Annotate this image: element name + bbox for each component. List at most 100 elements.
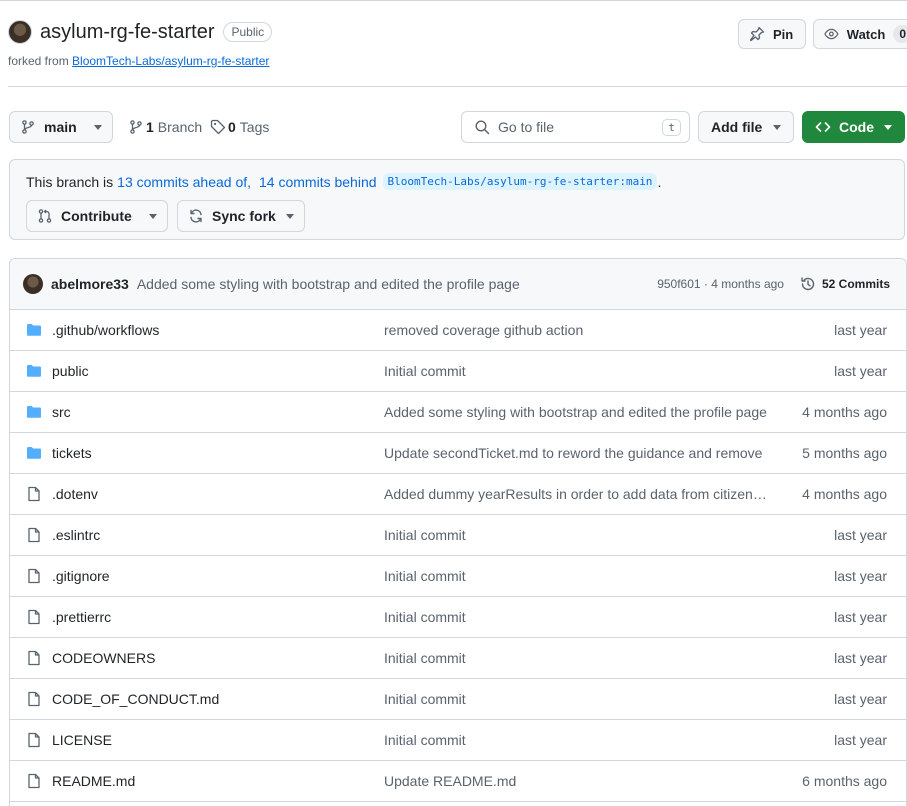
upstream-branch[interactable]: BloomTech-Labs/asylum-rg-fe-starter:main (382, 173, 658, 190)
file-commit-message[interactable]: Added dummy yearResults in order to add … (384, 486, 770, 502)
file-commit-message[interactable]: Initial commit (384, 691, 770, 707)
file-commit-message[interactable]: Update secondTicket.md to reword the gui… (384, 445, 770, 461)
contribute-label: Contribute (61, 208, 132, 224)
file-row[interactable]: public Initial commit last year (10, 351, 906, 392)
repo-name[interactable]: asylum-rg-fe-starter (40, 21, 214, 44)
tag-count: 0 (228, 119, 236, 135)
pin-button[interactable]: Pin (738, 19, 806, 49)
file-commit-message[interactable]: Initial commit (384, 363, 770, 379)
file-last-updated: last year (834, 650, 887, 666)
file-last-updated: last year (834, 568, 887, 584)
file-name[interactable]: .gitignore (52, 568, 110, 584)
file-icon (26, 732, 42, 751)
file-row[interactable]: .gitignore Initial commit last year (10, 556, 906, 597)
file-commit-message[interactable]: Update README.md (384, 773, 770, 789)
file-name[interactable]: CODE_OF_CONDUCT.md (52, 691, 219, 707)
file-last-updated: last year (834, 609, 887, 625)
go-to-file-input[interactable]: Go to file t (461, 111, 690, 143)
file-last-updated: last year (834, 732, 887, 748)
contribute-button[interactable]: Contribute (26, 200, 168, 232)
sync-fork-label: Sync fork (212, 208, 276, 224)
file-name[interactable]: src (52, 404, 71, 420)
commits-behind-link[interactable]: 14 commits behind (259, 174, 377, 190)
file-row[interactable]: .github/workflows removed coverage github… (10, 310, 906, 351)
owner-avatar[interactable] (8, 20, 32, 44)
commits-ahead-link[interactable]: 13 commits ahead of, (117, 174, 251, 190)
fork-status-prefix: This branch is (26, 173, 114, 190)
forked-from-line: forked from BloomTech-Labs/asylum-rg-fe-… (8, 54, 269, 68)
branch-label: Branch (157, 119, 203, 135)
file-name[interactable]: LICENSE (52, 732, 112, 748)
file-last-updated: 6 months ago (802, 773, 887, 789)
file-row[interactable]: CODEOWNERS Initial commit last year (10, 638, 906, 679)
file-row[interactable]: .dotenv Added dummy yearResults in order … (10, 474, 906, 515)
file-row[interactable]: CODE_OF_CONDUCT.md Initial commit last yea… (10, 679, 906, 720)
file-commit-message[interactable]: Initial commit (384, 609, 770, 625)
tag-label: Tags (239, 119, 270, 135)
file-name[interactable]: README.md (52, 773, 135, 789)
file-name[interactable]: CODEOWNERS (52, 650, 155, 666)
branch-name: main (44, 119, 77, 135)
file-commit-message[interactable]: Initial commit (384, 650, 770, 666)
file-icon (26, 773, 42, 792)
code-icon (815, 122, 831, 132)
file-row[interactable]: README.md Update README.md 6 months ago (10, 761, 906, 802)
file-name[interactable]: .dotenv (52, 486, 98, 502)
watch-button[interactable]: Watch 0 (813, 19, 907, 49)
chevron-down-icon (286, 213, 294, 219)
file-commit-message[interactable]: removed coverage github action (384, 322, 770, 338)
commits-history-link[interactable]: 52 Commits (800, 276, 890, 292)
file-last-updated: 4 months ago (802, 486, 887, 502)
tags-link[interactable]: 0 Tags (210, 119, 269, 135)
commit-author-avatar[interactable] (23, 274, 43, 294)
folder-icon (26, 363, 42, 382)
git-branch-icon (22, 120, 34, 134)
file-name[interactable]: public (52, 363, 89, 379)
file-commit-message[interactable]: Added some styling with bootstrap and ed… (384, 404, 770, 420)
watch-label: Watch (846, 26, 886, 42)
history-icon (801, 277, 815, 291)
folder-icon (26, 445, 42, 464)
latest-commit-bar: abelmore33 Added some styling with boots… (10, 259, 906, 310)
add-file-button[interactable]: Add file (698, 111, 794, 143)
code-button[interactable]: Code (802, 111, 905, 143)
file-commit-message[interactable]: Initial commit (384, 568, 770, 584)
file-commit-message[interactable]: Initial commit (384, 527, 770, 543)
file-last-updated: last year (834, 322, 887, 338)
file-row[interactable]: LICENSE Initial commit last year (10, 720, 906, 761)
file-name[interactable]: .eslintrc (52, 527, 100, 543)
repo-header: asylum-rg-fe-starter Public (8, 20, 273, 44)
file-row[interactable]: .prettierrc Initial commit last year (10, 597, 906, 638)
chevron-down-icon (884, 124, 892, 130)
git-branch-icon (130, 120, 142, 134)
branches-link[interactable]: 1 Branch (128, 119, 202, 135)
file-icon (26, 527, 42, 546)
file-last-updated: 4 months ago (802, 404, 887, 420)
branch-selector-button[interactable]: main (9, 111, 113, 143)
header-divider (8, 86, 907, 87)
forked-from-link[interactable]: BloomTech-Labs/asylum-rg-fe-starter (72, 54, 269, 68)
file-name[interactable]: .github/workflows (52, 322, 159, 338)
file-icon (26, 568, 42, 587)
branch-count: 1 (146, 119, 154, 135)
eye-icon (824, 28, 839, 40)
visibility-badge: Public (223, 22, 273, 42)
file-last-updated: 5 months ago (802, 445, 887, 461)
watch-count: 0 (893, 25, 907, 43)
commit-message[interactable]: Added some styling with bootstrap and ed… (137, 276, 520, 292)
file-last-updated: last year (834, 691, 887, 707)
chevron-down-icon (773, 124, 781, 130)
chevron-down-icon (94, 124, 102, 130)
file-row[interactable]: .eslintrc Initial commit last year (10, 515, 906, 556)
commit-author[interactable]: abelmore33 (51, 276, 129, 292)
pin-label: Pin (773, 26, 794, 42)
file-row[interactable]: tickets Update secondTicket.md to reword … (10, 433, 906, 474)
file-row[interactable]: src Added some styling with bootstrap and… (10, 392, 906, 433)
file-name[interactable]: tickets (52, 445, 92, 461)
sync-fork-button[interactable]: Sync fork (177, 200, 305, 232)
file-name[interactable]: .prettierrc (52, 609, 111, 625)
go-to-file-placeholder: Go to file (498, 119, 555, 135)
commit-hash-and-time[interactable]: 950f601 · 4 months ago (657, 277, 784, 291)
file-last-updated: last year (834, 363, 887, 379)
file-commit-message[interactable]: Initial commit (384, 732, 770, 748)
